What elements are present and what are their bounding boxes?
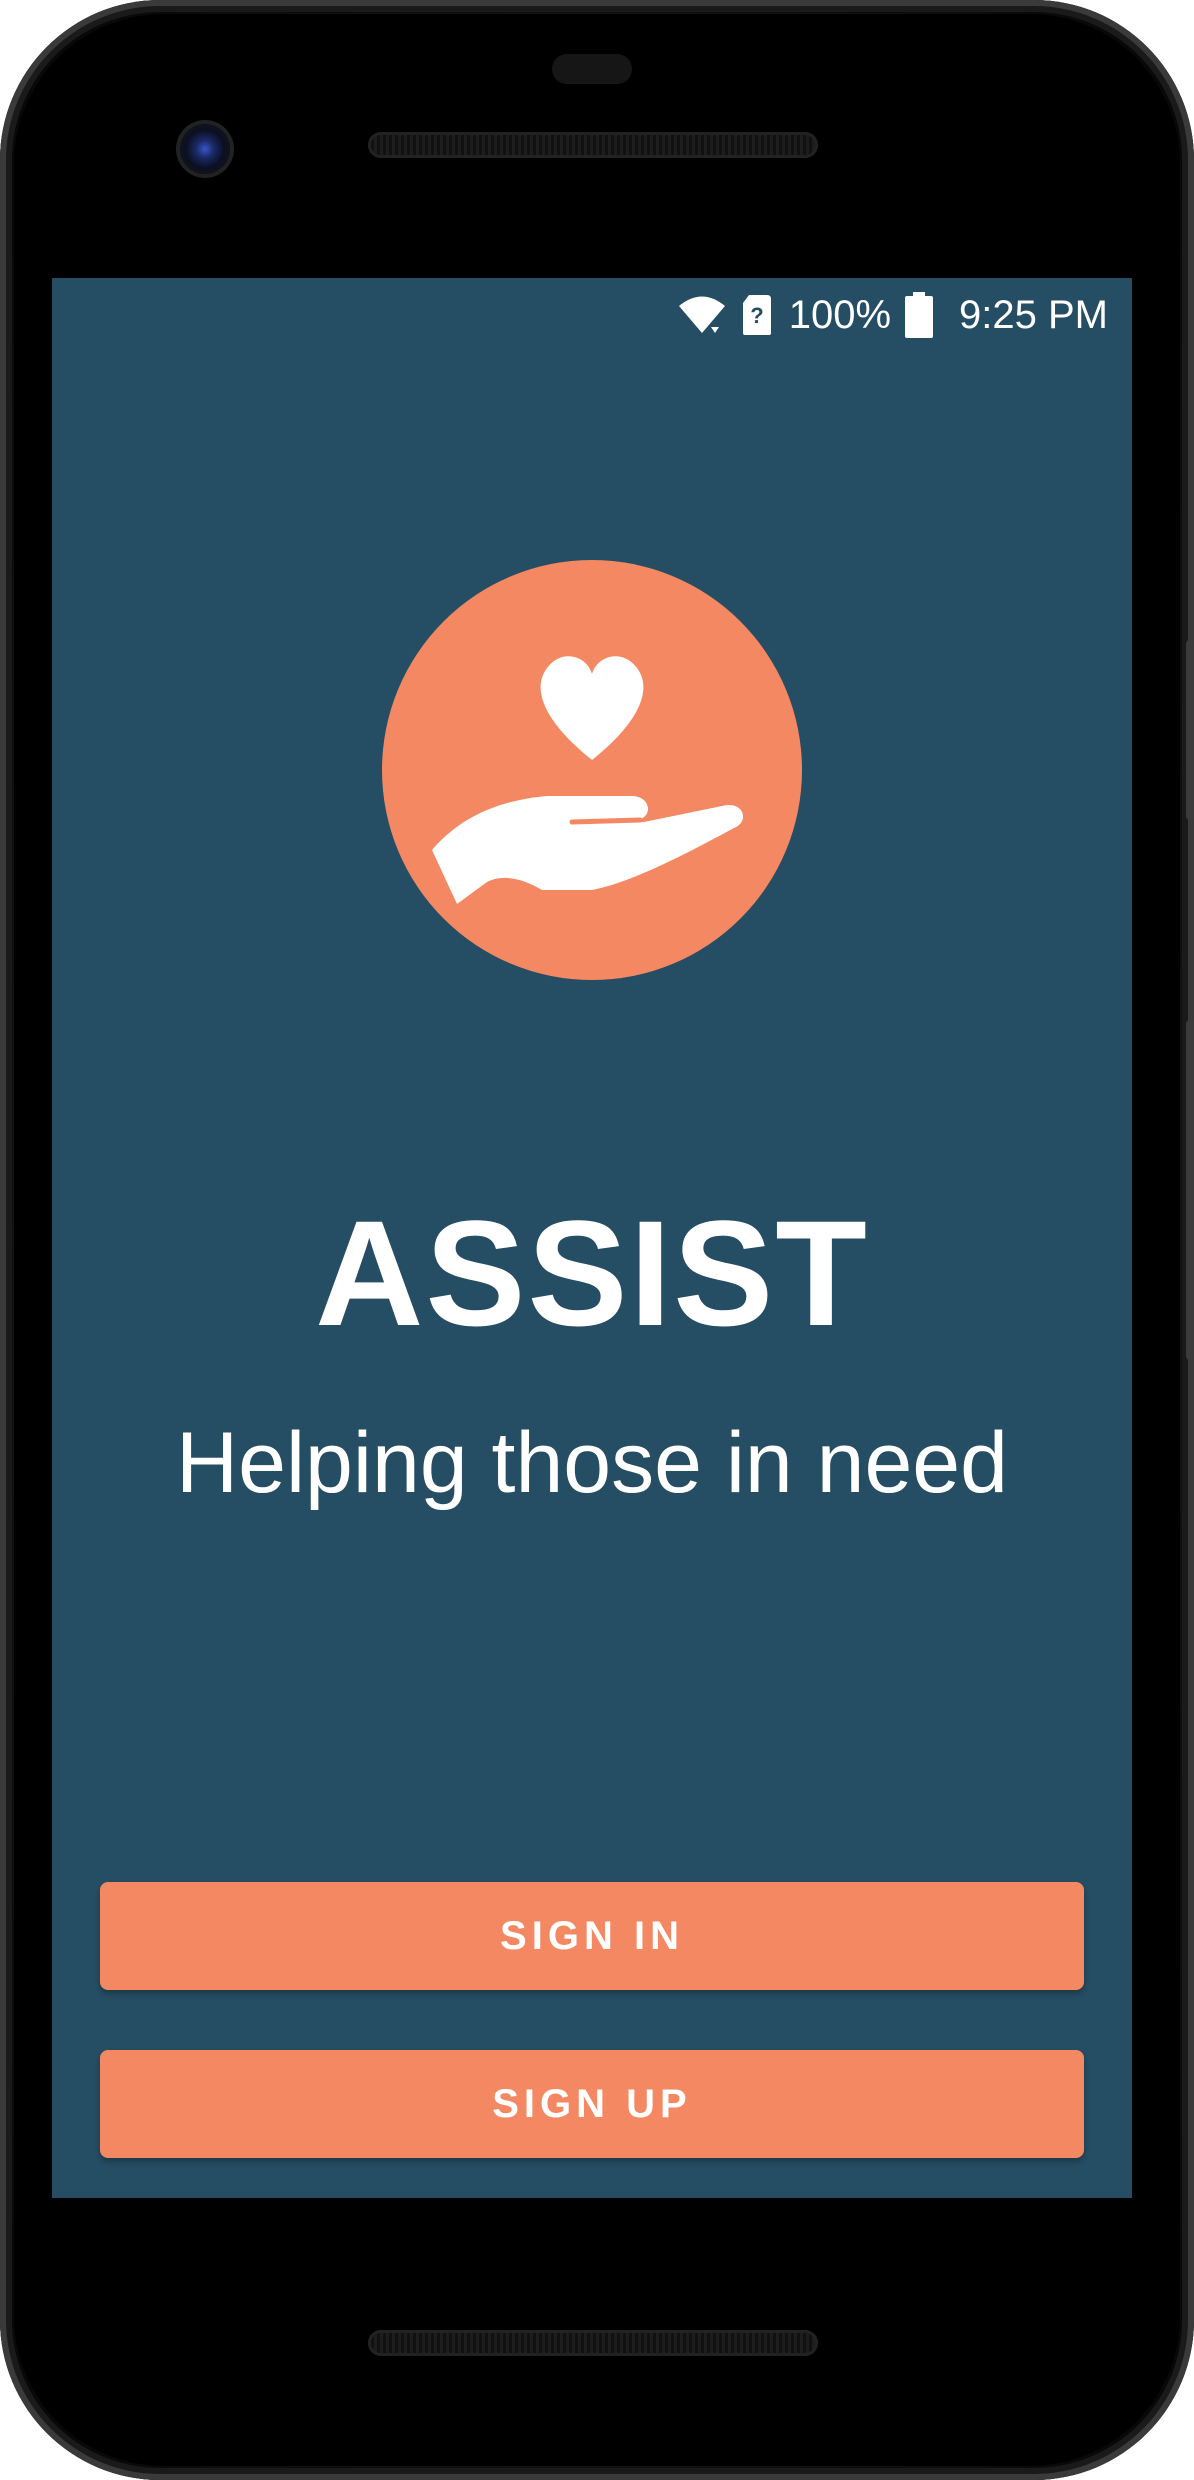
- power-button: [1186, 640, 1194, 820]
- status-bar: ? 100% 9:25 PM: [52, 278, 1132, 352]
- front-camera: [180, 124, 230, 174]
- sign-in-button[interactable]: SIGN IN: [100, 1882, 1084, 1990]
- clock: 9:25 PM: [959, 292, 1108, 337]
- bottom-speaker: [368, 2330, 818, 2356]
- app-title: ASSIST: [315, 1189, 869, 1357]
- volume-button: [1186, 1020, 1194, 1360]
- heart-hand-icon: [382, 560, 802, 980]
- wifi-icon: [677, 293, 727, 337]
- proximity-sensor: [552, 54, 632, 84]
- svg-text:?: ?: [750, 303, 763, 328]
- battery-icon: [905, 292, 934, 338]
- top-speaker: [368, 132, 818, 158]
- sim-unknown-icon: ?: [741, 293, 775, 337]
- app-screen: ? 100% 9:25 PM ASSIST Helping those in n…: [52, 278, 1132, 2198]
- battery-percent: 100%: [788, 292, 892, 337]
- app-tagline: Helping those in need: [176, 1415, 1008, 1511]
- sign-up-button[interactable]: SIGN UP: [100, 2050, 1084, 2158]
- phone-frame: ? 100% 9:25 PM ASSIST Helping those in n…: [0, 0, 1194, 2480]
